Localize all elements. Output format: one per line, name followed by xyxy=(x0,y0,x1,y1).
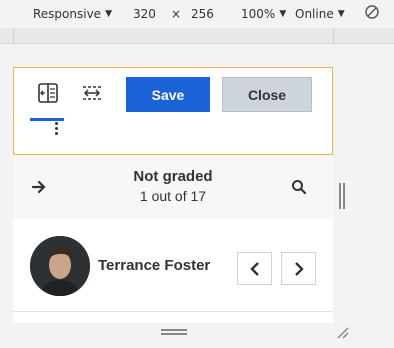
height-input[interactable]: 256 xyxy=(191,7,214,21)
save-button[interactable]: Save xyxy=(126,77,210,112)
network-label: Online xyxy=(295,7,334,21)
device-select[interactable]: Responsive ▼ xyxy=(33,7,112,21)
more-options-icon[interactable] xyxy=(53,121,59,137)
grading-toolbar: Save Close xyxy=(13,67,333,155)
zoom-select[interactable]: 100% ▼ xyxy=(241,7,286,21)
device-viewport: Save Close Not graded 1 out of 17 Terran… xyxy=(13,67,333,323)
expand-horizontal-icon[interactable] xyxy=(80,81,104,105)
ruler xyxy=(0,28,394,44)
device-label: Responsive xyxy=(33,7,102,21)
chevron-right-icon xyxy=(294,261,304,276)
close-button[interactable]: Close xyxy=(222,77,312,112)
ruler-tick xyxy=(333,28,334,44)
avatar xyxy=(30,236,90,296)
caret-down-icon: ▼ xyxy=(105,9,112,19)
grading-status: Not graded xyxy=(133,168,213,185)
student-row: Terrance Foster xyxy=(13,219,333,312)
times-separator: × xyxy=(171,7,182,21)
caret-down-icon: ▼ xyxy=(279,9,287,19)
grading-status-bar: Not graded 1 out of 17 xyxy=(13,155,333,219)
search-icon[interactable] xyxy=(287,175,311,199)
device-toolbar: Responsive ▼ 320 × 256 100% ▼ Online ▼ xyxy=(0,0,394,28)
zoom-label: 100% xyxy=(241,7,276,21)
previous-student-button[interactable] xyxy=(237,252,272,285)
next-student-button[interactable] xyxy=(281,252,316,285)
student-name: Terrance Foster xyxy=(98,257,211,274)
height-resize-handle[interactable] xyxy=(161,329,187,335)
rotate-icon[interactable] xyxy=(365,5,379,19)
chevron-left-icon xyxy=(249,261,259,276)
width-resize-handle[interactable] xyxy=(339,183,345,209)
grading-count: 1 out of 17 xyxy=(139,188,207,204)
corner-resize-icon[interactable] xyxy=(337,326,349,339)
network-select[interactable]: Online ▼ xyxy=(295,7,345,21)
emulation-stage: Save Close Not graded 1 out of 17 Terran… xyxy=(0,44,394,348)
panel-toggle-icon[interactable] xyxy=(36,81,60,105)
ruler-tick xyxy=(13,28,14,44)
width-input[interactable]: 320 xyxy=(133,7,156,21)
caret-down-icon: ▼ xyxy=(337,9,345,19)
